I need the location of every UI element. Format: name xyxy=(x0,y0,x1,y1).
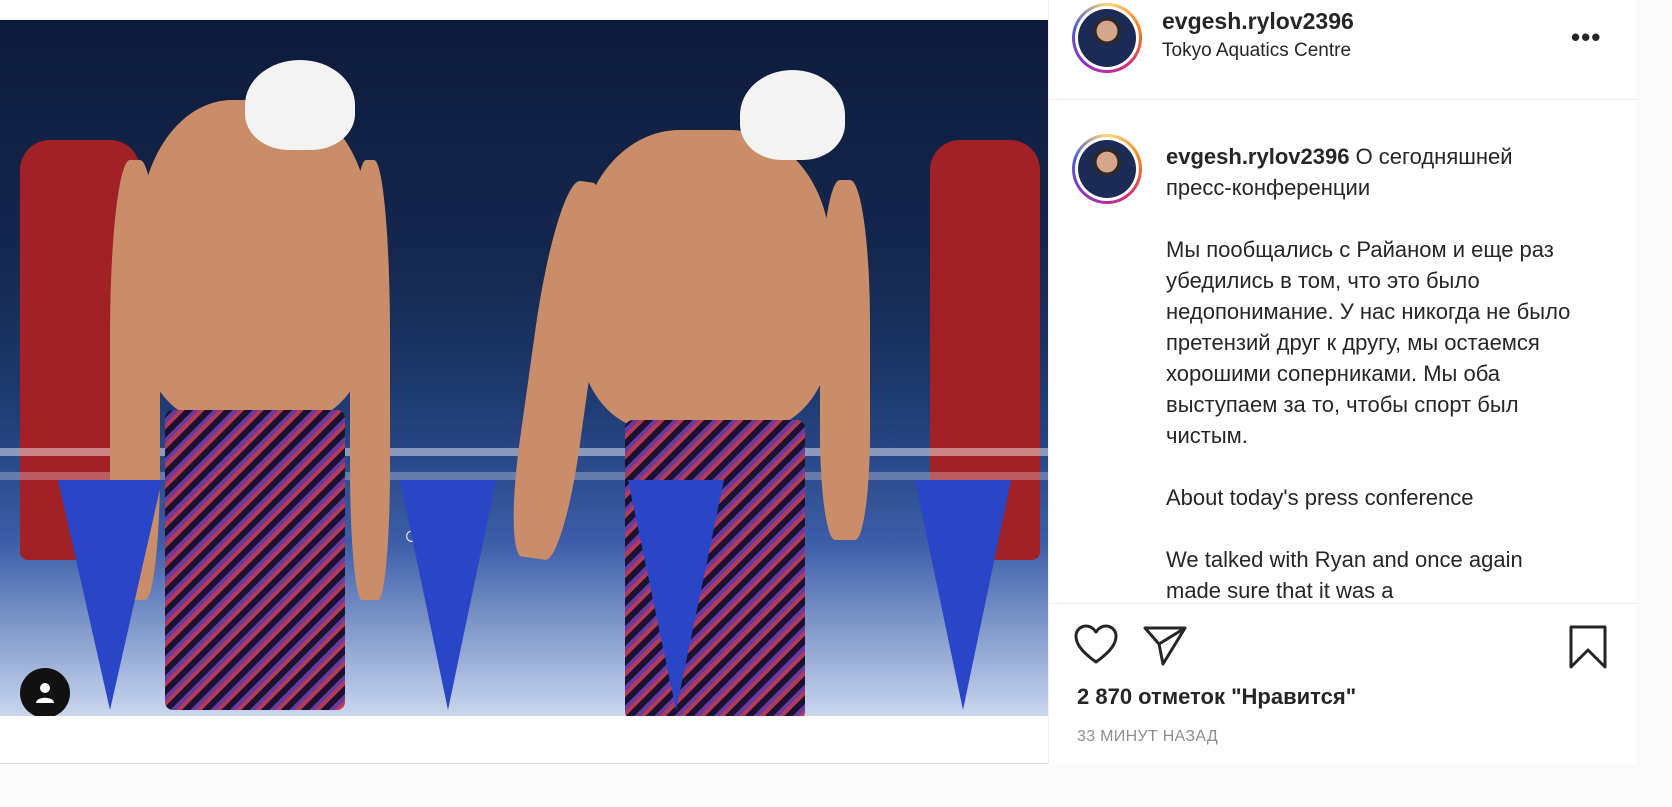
post-sidebar: evgesh.rylov2396 Tokyo Aquatics Centre •… xyxy=(1048,0,1637,764)
caption-area: evgesh.rylov2396 О сегодняшней пресс-кон… xyxy=(1049,101,1637,603)
post-actions: 2 870 отметок "Нравится" 33 МИНУТ НАЗАД xyxy=(1049,603,1637,764)
post-container: ○○○ evgesh.rylov2396 Tokyo Aquatics Cent… xyxy=(0,0,1637,764)
caption-body: О сегодняшней пресс-конференции Мы пообщ… xyxy=(1166,144,1571,603)
likes-count[interactable]: 2 870 отметок "Нравится" xyxy=(1077,684,1356,710)
caption-text: evgesh.rylov2396 О сегодняшней пресс-кон… xyxy=(1166,141,1576,603)
olympic-pennant xyxy=(58,480,162,710)
olympic-pennant xyxy=(628,480,724,710)
post-location[interactable]: Tokyo Aquatics Centre xyxy=(1162,40,1351,62)
bookmark-icon[interactable] xyxy=(1568,624,1608,675)
post-timestamp[interactable]: 33 МИНУТ НАЗАД xyxy=(1077,728,1218,746)
caption-author[interactable]: evgesh.rylov2396 xyxy=(1166,144,1349,169)
heart-icon[interactable] xyxy=(1073,624,1119,671)
more-options-icon[interactable]: ••• xyxy=(1571,22,1601,53)
olympic-pennant xyxy=(915,480,1011,710)
olympic-pennant xyxy=(400,480,496,710)
paper-plane-icon[interactable] xyxy=(1143,624,1187,671)
post-image[interactable]: ○○○ xyxy=(0,20,1048,716)
caption-author-avatar[interactable] xyxy=(1072,134,1142,204)
author-avatar[interactable] xyxy=(1072,3,1142,73)
user-icon[interactable] xyxy=(20,668,70,716)
author-username[interactable]: evgesh.rylov2396 xyxy=(1162,8,1354,35)
post-header: evgesh.rylov2396 Tokyo Aquatics Centre •… xyxy=(1049,0,1637,100)
